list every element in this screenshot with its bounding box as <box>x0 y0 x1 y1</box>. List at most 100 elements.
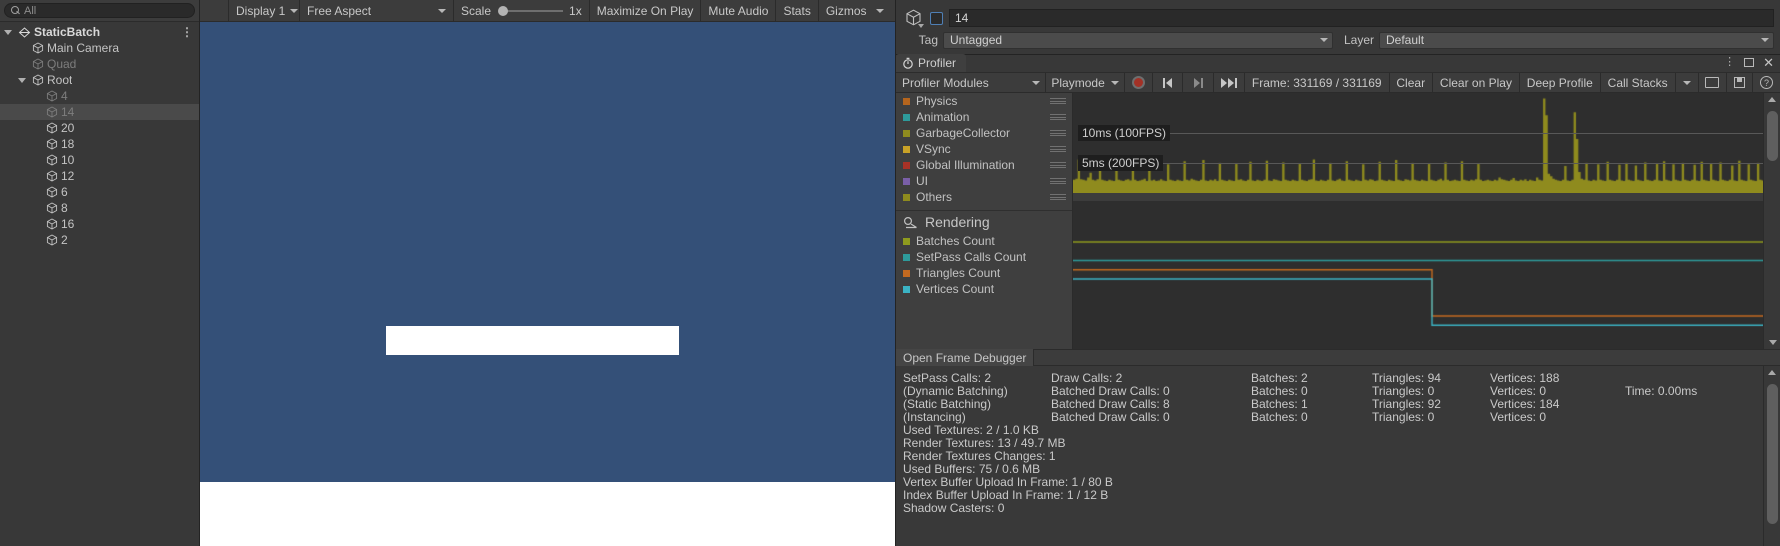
maximize-icon[interactable] <box>1744 58 1755 67</box>
hierarchy-item-8[interactable]: 8 <box>0 200 199 216</box>
drag-handle-icon[interactable] <box>1050 162 1066 168</box>
drag-handle-icon[interactable] <box>1050 130 1066 136</box>
record-button[interactable] <box>1125 73 1152 93</box>
profiler-counter-physics[interactable]: Physics <box>896 93 1072 109</box>
scale-slider-track[interactable] <box>498 5 564 16</box>
profiler-toolbar: Profiler Modules Playmode Frame: 331169 … <box>896 72 1780 93</box>
scrollbar-thumb[interactable] <box>1767 111 1778 161</box>
cpu-usage-chart[interactable]: 10ms (100FPS) 5ms (200FPS) <box>1073 93 1763 193</box>
cube-icon <box>45 218 58 231</box>
stats-vertical-scrollbar[interactable] <box>1763 366 1780 546</box>
charts-vertical-scrollbar[interactable] <box>1763 93 1780 349</box>
scrollbar-thumb[interactable] <box>1767 384 1778 524</box>
last-frame-button[interactable] <box>1214 73 1244 93</box>
hierarchy-item-root[interactable]: Root <box>0 72 199 88</box>
drag-handle-icon[interactable] <box>1050 98 1066 104</box>
expand-arrow-icon[interactable] <box>16 78 28 83</box>
scroll-up-button[interactable] <box>1764 93 1780 106</box>
hierarchy-item-16[interactable]: 16 <box>0 216 199 232</box>
hierarchy-item-10[interactable]: 10 <box>0 152 199 168</box>
stat-line: Shadow Casters: 0 <box>903 501 1005 515</box>
scroll-up-button[interactable] <box>1764 366 1780 379</box>
profiler-counter-label: VSync <box>916 142 951 156</box>
scroll-down-button[interactable] <box>1764 336 1780 349</box>
load-profile-button[interactable] <box>1698 73 1726 93</box>
hierarchy-item-quad[interactable]: Quad <box>0 56 199 72</box>
open-frame-debugger-button[interactable]: Open Frame Debugger <box>896 349 1035 366</box>
profiler-counter-others[interactable]: Others <box>896 189 1072 205</box>
previous-frame-button[interactable] <box>1152 73 1182 93</box>
drag-handle-icon[interactable] <box>1050 146 1066 152</box>
hierarchy-item-4[interactable]: 4 <box>0 88 199 104</box>
expand-arrow-icon[interactable] <box>2 30 14 35</box>
chevron-down-icon <box>1031 80 1040 85</box>
scale-slider-knob[interactable] <box>498 5 509 16</box>
inspector-panel: 14 Tag Untagged Layer Default <box>895 0 1780 54</box>
rendering-chart[interactable] <box>1073 201 1763 349</box>
color-swatch <box>903 285 910 293</box>
profiler-modules-panel: Physics Animation GarbageCollector VSync Glo… <box>896 93 1073 349</box>
stat-cell: Batches: 0 <box>1251 410 1308 424</box>
hierarchy-item-12[interactable]: 12 <box>0 168 199 184</box>
profiler-modules-dropdown[interactable]: Profiler Modules <box>896 73 1045 93</box>
hierarchy-overflow-menu-icon[interactable]: ⋮ <box>181 26 193 38</box>
profiler-panel: Profiler ⋮ ✕ Profiler Modules Playmode F… <box>895 54 1780 546</box>
drag-handle-icon[interactable] <box>1050 194 1066 200</box>
tab-profiler[interactable]: Profiler <box>896 54 967 72</box>
close-icon[interactable]: ✕ <box>1763 56 1774 69</box>
deep-profile-button[interactable]: Deep Profile <box>1520 73 1600 93</box>
stats-button[interactable]: Stats <box>776 0 817 22</box>
hierarchy-item-18[interactable]: 18 <box>0 136 199 152</box>
profiler-counter-vsync[interactable]: VSync <box>896 141 1072 157</box>
hierarchy-item-2[interactable]: 2 <box>0 232 199 248</box>
drag-handle-icon[interactable] <box>1050 114 1066 120</box>
profiler-counter-animation[interactable]: Animation <box>896 109 1072 125</box>
gridline-5ms <box>1153 163 1763 165</box>
kebab-menu-icon[interactable]: ⋮ <box>1724 57 1735 68</box>
maximize-on-play-button[interactable]: Maximize On Play <box>590 0 701 22</box>
drag-handle-icon[interactable] <box>1050 178 1066 184</box>
profiler-counter-setpass-calls-count[interactable]: SetPass Calls Count <box>896 249 1072 265</box>
profiler-counter-global-illumination[interactable]: Global Illumination <box>896 157 1072 173</box>
search-icon <box>11 6 20 15</box>
chevron-up-icon <box>1768 97 1776 102</box>
mute-audio-button[interactable]: Mute Audio <box>701 0 775 22</box>
hierarchy-item-staticbatch[interactable]: StaticBatch ⋮ <box>0 24 199 40</box>
profiler-counter-ui[interactable]: UI <box>896 173 1072 189</box>
scale-slider[interactable] <box>493 5 569 16</box>
aspect-dropdown[interactable]: Free Aspect <box>300 0 453 22</box>
profiler-chart-stack[interactable]: 10ms (100FPS) 5ms (200FPS) <box>1073 93 1763 349</box>
profiler-counter-garbagecollector[interactable]: GarbageCollector <box>896 125 1072 141</box>
gameobject-enabled-checkbox[interactable] <box>930 11 943 25</box>
next-frame-button[interactable] <box>1183 73 1213 93</box>
game-white-rectangle <box>386 326 679 355</box>
clear-button[interactable]: Clear <box>1389 73 1432 93</box>
color-swatch <box>903 253 910 261</box>
color-swatch <box>903 97 910 105</box>
clear-on-play-button[interactable]: Clear on Play <box>1433 73 1519 93</box>
playmode-dropdown[interactable]: Playmode <box>1045 73 1123 93</box>
hierarchy-item-14[interactable]: 14 <box>0 104 199 120</box>
save-profile-button[interactable] <box>1727 73 1752 93</box>
profiler-counter-triangles-count[interactable]: Triangles Count <box>896 265 1072 281</box>
help-button[interactable]: ? <box>1753 73 1780 93</box>
call-stacks-dropdown[interactable]: Call Stacks <box>1601 73 1675 93</box>
gameobject-name-field[interactable]: 14 <box>949 9 1774 27</box>
search-input[interactable]: All <box>4 3 195 18</box>
display-dropdown[interactable]: Display 1 <box>229 0 299 22</box>
rendering-module-title[interactable]: Rendering <box>896 211 1072 233</box>
game-view-toolbar: Display 1 Free Aspect Scale 1x Maximize … <box>200 0 895 22</box>
hierarchy-item-6[interactable]: 6 <box>0 184 199 200</box>
profiler-counter-vertices-count[interactable]: Vertices Count <box>896 281 1072 297</box>
rendering-canvas <box>1073 201 1763 349</box>
tag-dropdown[interactable]: Untagged <box>943 31 1333 49</box>
call-stacks-caret[interactable] <box>1676 73 1698 93</box>
profiler-counter-batches-count[interactable]: Batches Count <box>896 233 1072 249</box>
hierarchy-item-main-camera[interactable]: Main Camera <box>0 40 199 56</box>
layer-dropdown[interactable]: Default <box>1379 31 1774 49</box>
hierarchy-item-20[interactable]: 20 <box>0 120 199 136</box>
game-render-canvas[interactable] <box>200 22 895 482</box>
rendering-stats-pane: SetPass Calls: 2 Draw Calls: 2 Batches: 2T… <box>896 366 1780 546</box>
gizmos-dropdown[interactable]: Gizmos <box>819 0 891 22</box>
chevron-down-icon <box>1768 340 1777 345</box>
